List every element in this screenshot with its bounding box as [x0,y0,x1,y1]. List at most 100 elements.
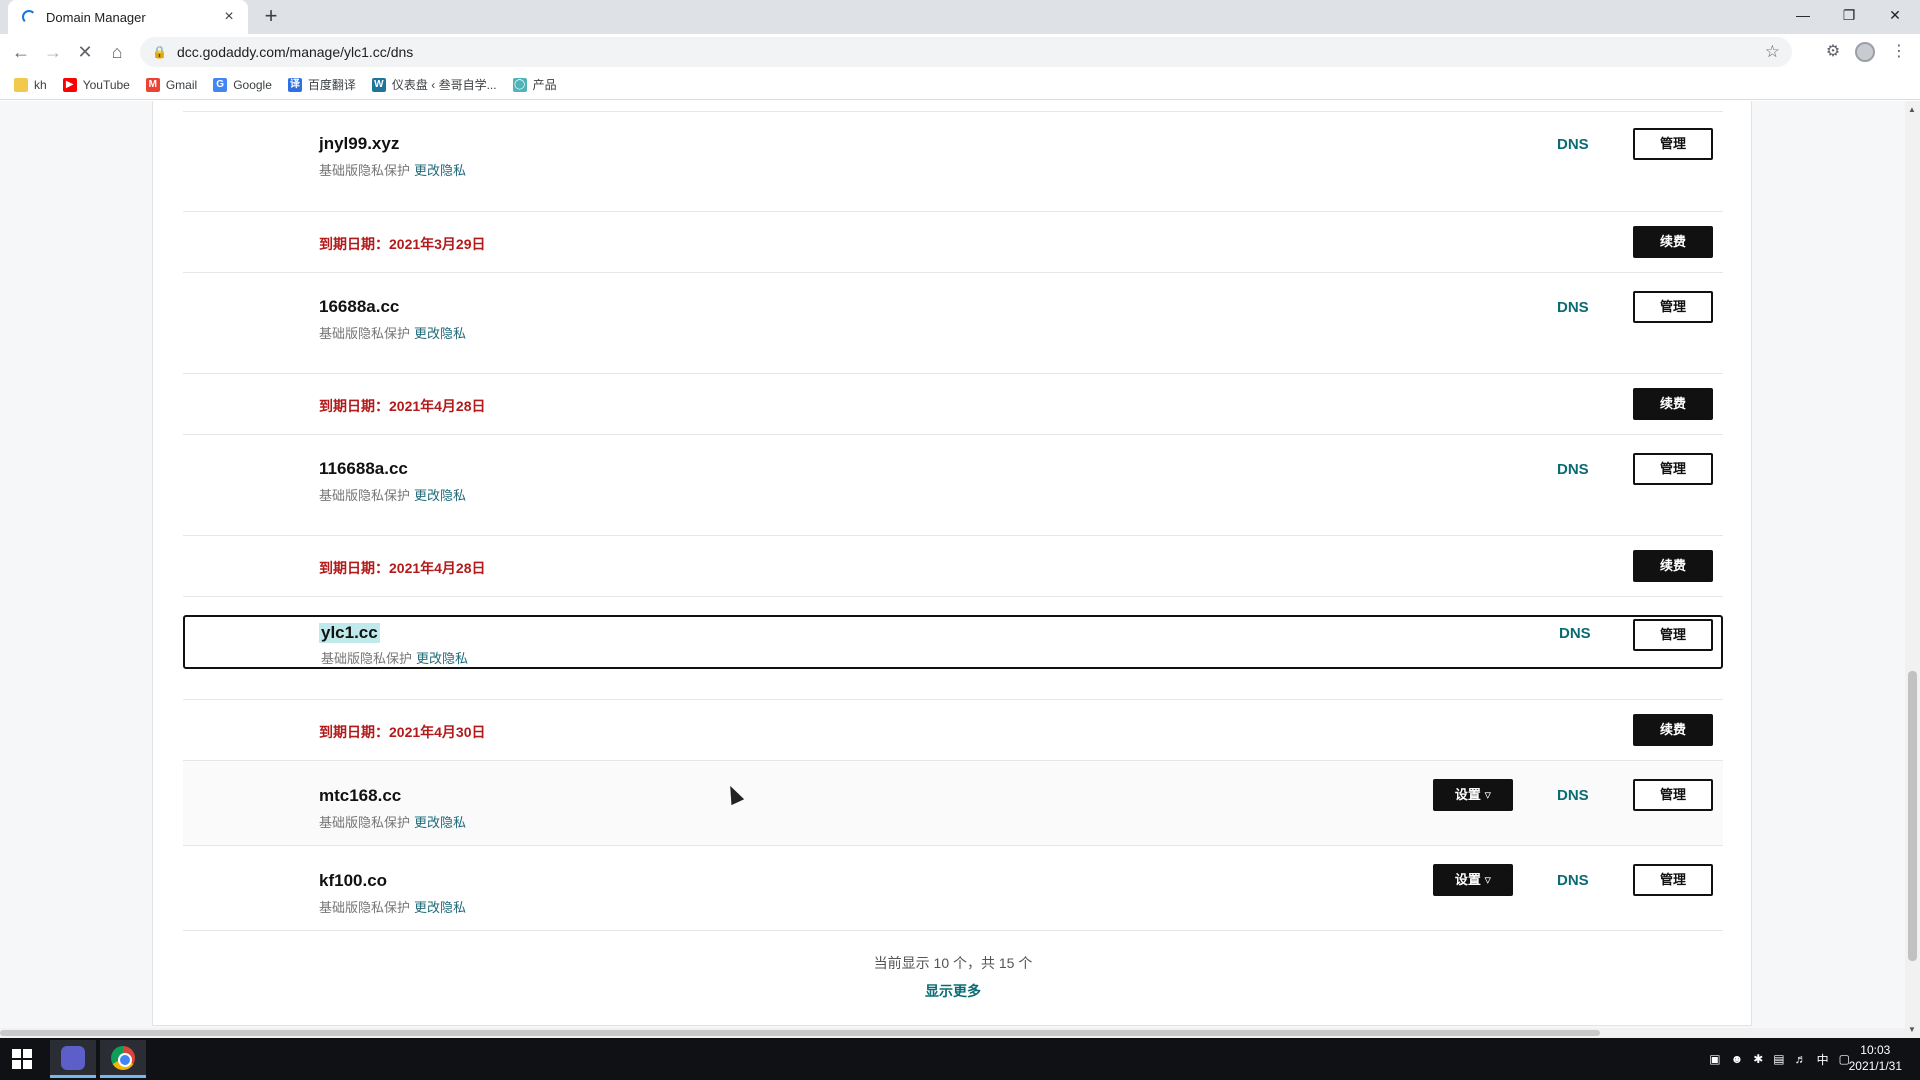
show-more-link[interactable]: 显示更多 [153,981,1753,1001]
renew-button[interactable]: 续费 [1633,226,1713,258]
bookmark-google[interactable]: G Google [213,77,272,92]
clock-time: 10:03 [1860,1043,1891,1057]
minimize-icon[interactable]: — [1780,0,1826,30]
manage-button[interactable]: 管理 [1633,779,1713,811]
taskbar-app-messenger[interactable] [50,1040,96,1078]
bookmark-kh[interactable]: kh [14,77,47,92]
translate-icon: 译 [287,77,302,92]
domain-name-selected[interactable]: ylc1.cc [319,623,380,643]
url-text[interactable]: dcc.godaddy.com/manage/ylc1.cc/dns [177,44,1765,60]
system-clock[interactable]: 10:03 2021/1/31 [1849,1042,1902,1074]
windows-taskbar: ▣ ☻ ✱ ▤ ♬ 中 ▢ 10:03 2021/1/31 [0,1038,1920,1080]
tray-app-icon[interactable]: ▣ [1709,1052,1720,1066]
bookmarks-bar: kh ▶ YouTube M Gmail G Google 译百度翻译 W 仪表盘 ‹ … [0,70,1920,100]
stop-loading-icon[interactable]: ✕ [72,39,98,65]
tab-close-icon[interactable]: × [220,8,238,26]
change-privacy-link[interactable]: 更改隐私 [416,651,468,666]
wordpress-icon: W [371,77,386,92]
change-privacy-link[interactable]: 更改隐私 [414,900,466,915]
gmail-icon: M [145,77,160,92]
horizontal-scrollbar[interactable] [0,1028,1905,1038]
taskbar-app-chrome[interactable] [100,1040,146,1078]
domain-row-focused[interactable]: ylc1.cc 基础版隐私保护 更改隐私 DNS 管理 [183,615,1723,669]
manage-button[interactable]: 管理 [1633,864,1713,896]
back-icon[interactable]: ← [8,39,34,65]
privacy-info: 基础版隐私保护 更改隐私 [319,815,467,830]
tab-title: Domain Manager [46,9,146,25]
renew-button[interactable]: 续费 [1633,388,1713,420]
scroll-down-icon[interactable]: ▼ [1908,1025,1916,1034]
manage-button[interactable]: 管理 [1633,619,1713,651]
tab-domain-manager[interactable]: Domain Manager × [8,0,248,34]
menu-kebab-icon[interactable]: ⋮ [1886,39,1912,65]
dns-link[interactable]: DNS [1557,136,1589,153]
horizontal-scrollbar-thumb[interactable] [0,1030,1600,1036]
bookmark-youtube[interactable]: ▶ YouTube [62,77,130,92]
windows-start-icon[interactable] [12,1049,32,1069]
change-privacy-link[interactable]: 更改隐私 [414,488,466,503]
folder-icon [14,77,28,92]
new-tab-button[interactable]: + [258,4,284,30]
settings-dropdown-button[interactable]: 设置 ▿ [1433,864,1513,896]
dns-link[interactable]: DNS [1557,787,1589,804]
dns-link[interactable]: DNS [1557,299,1589,316]
address-bar[interactable]: 🔒 dcc.godaddy.com/manage/ylc1.cc/dns ☆ [140,37,1792,67]
bookmark-star-icon[interactable]: ☆ [1765,42,1780,62]
domain-row: 116688a.cc 基础版隐私保护 更改隐私 DNS 管理 [183,435,1723,535]
pagination-status: 当前显示 10 个，共 15 个 [873,955,1033,971]
lock-icon: 🔒 [152,45,167,59]
browser-toolbar: ← → ✕ ⌂ 🔒 dcc.godaddy.com/manage/ylc1.cc… [0,34,1920,70]
domain-name[interactable]: 116688a.cc [319,459,408,479]
change-privacy-link[interactable]: 更改隐私 [414,326,466,341]
bookmark-gmail[interactable]: M Gmail [145,77,197,92]
change-privacy-link[interactable]: 更改隐私 [414,815,466,830]
youtube-icon: ▶ [62,77,77,92]
messenger-app-icon [61,1045,85,1070]
extensions-icon[interactable]: ⚙ [1820,39,1846,65]
renew-button[interactable]: 续费 [1633,550,1713,582]
system-tray: ▣ ☻ ✱ ▤ ♬ 中 ▢ [1699,1038,1850,1080]
expiry-date: 到期日期：2021年4月28日 [319,398,486,414]
chrome-app-icon [111,1045,135,1070]
bookmark-dashboard[interactable]: W 仪表盘 ‹ 叁哥自学... [371,76,497,93]
manage-button[interactable]: 管理 [1633,453,1713,485]
renew-button[interactable]: 续费 [1633,714,1713,746]
settings-dropdown-button[interactable]: 设置 ▿ [1433,779,1513,811]
domain-name[interactable]: mtc168.cc [319,786,401,806]
vertical-scrollbar[interactable]: ▲ ▼ [1905,101,1920,1038]
home-icon[interactable]: ⌂ [104,39,130,65]
network-icon[interactable]: ▤ [1773,1052,1784,1066]
manage-button[interactable]: 管理 [1633,291,1713,323]
dns-link[interactable]: DNS [1557,461,1589,478]
bookmark-baidu-translate[interactable]: 译百度翻译 [287,76,356,93]
page-viewport: jnyl99.xyz 基础版隐私保护 更改隐私 DNS 管理 到期日期：2021年… [0,101,1920,1038]
restore-icon[interactable]: ❐ [1826,0,1872,30]
profile-avatar[interactable] [1855,42,1875,62]
bookmark-products[interactable]: ◯ 产品 [512,76,557,93]
domain-name[interactable]: jnyl99.xyz [319,134,399,154]
domain-row: 16688a.cc 基础版隐私保护 更改隐私 DNS 管理 [183,273,1723,373]
scrollbar-thumb[interactable] [1908,671,1917,961]
privacy-info: 基础版隐私保护 更改隐私 [321,651,469,666]
domain-row: mtc168.cc 基础版隐私保护 更改隐私 设置 ▿ DNS 管理 [183,761,1723,846]
volume-icon[interactable]: ♬ [1795,1052,1807,1066]
bluetooth-icon[interactable]: ✱ [1753,1052,1763,1066]
change-privacy-link[interactable]: 更改隐私 [414,163,466,178]
tray-qq-icon[interactable]: ☻ [1731,1052,1744,1066]
loading-spinner-icon [22,10,36,24]
domain-row: kf100.co 基础版隐私保护 更改隐私 设置 ▿ DNS 管理 [183,846,1723,931]
forward-icon[interactable]: → [40,39,66,65]
ime-indicator[interactable]: 中 [1817,1051,1829,1068]
domain-name[interactable]: kf100.co [319,871,387,891]
privacy-info: 基础版隐私保护 更改隐私 [319,900,467,915]
dns-link[interactable]: DNS [1559,625,1591,642]
google-icon: G [213,77,228,92]
close-window-icon[interactable]: ✕ [1872,0,1918,30]
manage-button[interactable]: 管理 [1633,128,1713,160]
privacy-info: 基础版隐私保护 更改隐私 [319,326,467,341]
domain-name[interactable]: 16688a.cc [319,297,399,317]
dns-link[interactable]: DNS [1557,872,1589,889]
expiry-row: 到期日期：2021年4月28日 续费 [183,373,1723,435]
scroll-up-icon[interactable]: ▲ [1908,105,1916,114]
expiry-row: 到期日期：2021年4月30日 续费 [183,699,1723,761]
